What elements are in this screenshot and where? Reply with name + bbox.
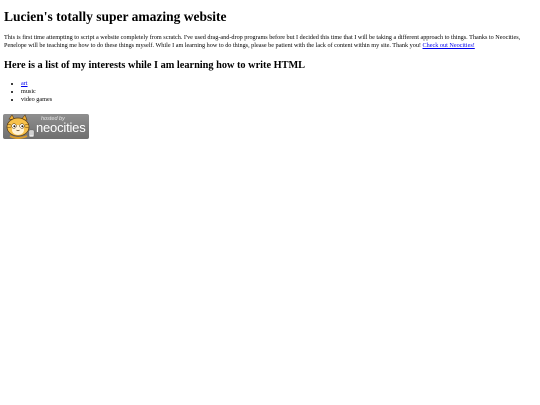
- list-item: video games: [21, 96, 536, 104]
- interest-music: music: [21, 88, 36, 96]
- neocities-brand: neocities: [36, 120, 86, 135]
- interests-heading: Here is a list of my interests while I a…: [4, 60, 306, 72]
- neocities-cat-mascot-icon: [6, 114, 35, 139]
- neocities-link[interactable]: Check out Neocities!: [423, 42, 475, 49]
- interests-list: art music video games: [4, 80, 536, 103]
- list-item: music: [21, 88, 536, 96]
- page-title: Lucien's totally super amazing website: [4, 9, 227, 24]
- interest-art-link[interactable]: art: [21, 80, 28, 87]
- interest-video-games: video games: [21, 95, 53, 103]
- intro-paragraph: This is first time attempting to script …: [4, 34, 532, 49]
- neocities-badge[interactable]: hosted by neocities: [3, 114, 89, 139]
- page: Lucien's totally super amazing website T…: [0, 0, 540, 405]
- list-item[interactable]: art: [21, 80, 536, 88]
